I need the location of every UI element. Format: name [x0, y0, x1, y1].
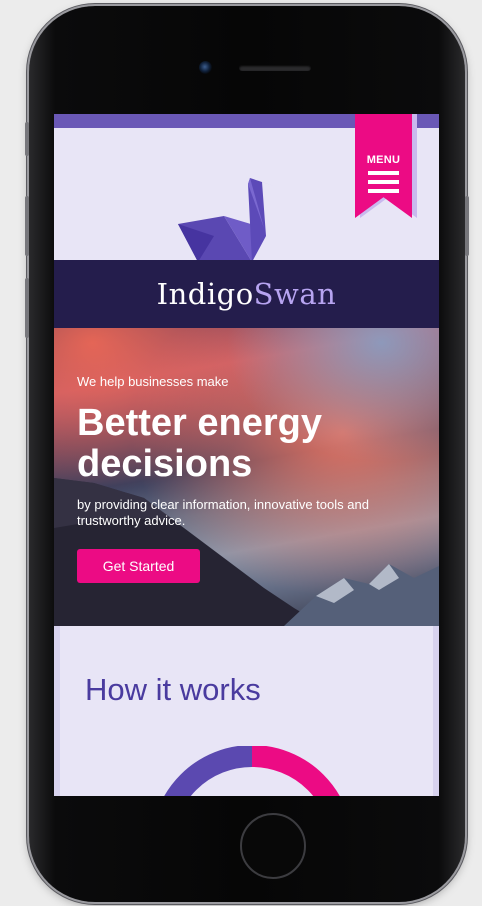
phone-screen: MENU IndigoSwan We help businesses make … [54, 114, 439, 796]
hero-title: Better energy decisions [77, 402, 322, 485]
front-camera [199, 61, 212, 74]
section-title: How it works [85, 672, 261, 707]
brand-name-part1: Indigo [156, 277, 254, 311]
menu-label: MENU [366, 154, 401, 166]
volume-up-button [25, 196, 29, 256]
hero-section: We help businesses make Better energy de… [54, 328, 439, 626]
hamburger-icon [368, 171, 399, 193]
menu-button[interactable]: MENU [355, 114, 412, 218]
home-button[interactable] [240, 813, 306, 879]
brand-bar: IndigoSwan [54, 260, 439, 328]
earpiece-speaker [239, 65, 311, 71]
volume-down-button [25, 278, 29, 338]
how-it-works-section: How it works [54, 626, 439, 796]
hero-description: by providing clear information, innovati… [77, 497, 369, 528]
hero-subtitle: We help businesses make [77, 374, 229, 389]
brand-name-part2: Swan [253, 277, 337, 311]
swan-icon [178, 178, 274, 262]
process-ring-icon [164, 746, 340, 796]
power-button [465, 196, 469, 256]
brand-logo[interactable]: IndigoSwan [157, 277, 337, 311]
get-started-button[interactable]: Get Started [77, 549, 200, 583]
mute-switch [25, 122, 29, 156]
